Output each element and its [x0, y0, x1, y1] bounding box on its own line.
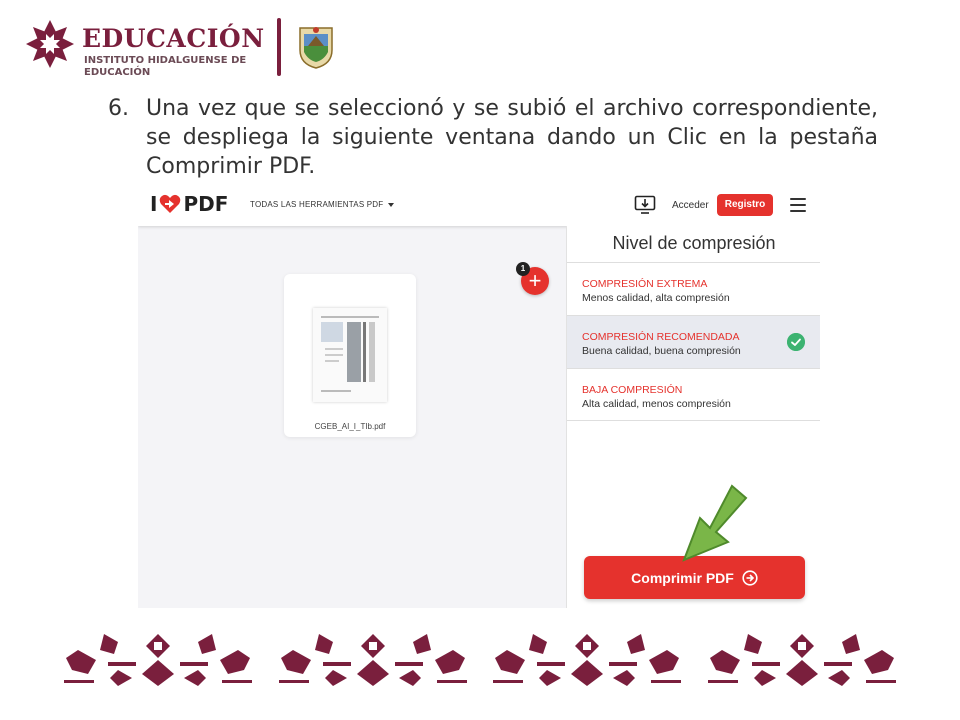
- step-text: Una vez que se seleccionó y se subió el …: [146, 96, 878, 179]
- option-name: COMPRESIÓN RECOMENDADA: [582, 331, 740, 343]
- compress-button-label: Comprimir PDF: [631, 569, 734, 586]
- option-recommended[interactable]: COMPRESIÓN RECOMENDADA Buena calidad, bu…: [567, 315, 820, 369]
- institution-subtitle: INSTITUTO HIDALGUENSE DE EDUCACIÓN: [84, 55, 247, 78]
- app-logo[interactable]: I PDF: [150, 192, 228, 216]
- login-link[interactable]: Acceder: [672, 200, 709, 211]
- option-desc: Menos calidad, alta compresión: [582, 292, 730, 304]
- option-extreme[interactable]: COMPRESIÓN EXTREMA Menos calidad, alta c…: [567, 262, 820, 315]
- option-desc: Alta calidad, menos compresión: [582, 398, 731, 410]
- option-desc: Buena calidad, buena compresión: [582, 345, 741, 357]
- file-name: CGEB_AI_I_TIb.pdf: [314, 422, 386, 431]
- logo-divider: [277, 18, 281, 76]
- star-emblem-icon: [26, 20, 74, 68]
- document-preview-icon: [321, 316, 379, 392]
- heart-icon: [160, 194, 181, 213]
- institution-logo: EDUCACIÓN INSTITUTO HIDALGUENSE DE EDUCA…: [24, 18, 354, 80]
- footer-ornament: [58, 630, 902, 688]
- step-number: 6.: [108, 96, 129, 121]
- state-crest-icon: [299, 27, 333, 69]
- option-name: BAJA COMPRESIÓN: [582, 384, 683, 396]
- instruction-step: 6. Una vez que se seleccionó y se subió …: [108, 94, 878, 181]
- app-screenshot: I PDF TODAS LAS HERRAMIENTAS PDF Acceder…: [138, 186, 820, 608]
- hamburger-menu-icon[interactable]: [790, 198, 806, 212]
- panel-title: Nivel de compresión: [612, 233, 776, 253]
- check-icon: [787, 333, 805, 351]
- tools-menu[interactable]: TODAS LAS HERRAMIENTAS PDF: [250, 200, 395, 209]
- options-divider: [567, 420, 820, 421]
- register-button[interactable]: Registro: [717, 194, 773, 216]
- green-arrow-icon: [682, 484, 748, 562]
- file-card[interactable]: CGEB_AI_I_TIb.pdf: [284, 274, 416, 437]
- ornament-pattern-icon: [493, 634, 682, 686]
- caret-down-icon: [388, 202, 395, 207]
- institution-title: EDUCACIÓN: [82, 24, 265, 53]
- desktop-download-icon[interactable]: [634, 195, 656, 215]
- option-name: COMPRESIÓN EXTREMA: [582, 278, 708, 290]
- option-low[interactable]: BAJA COMPRESIÓN Alta calidad, menos comp…: [567, 368, 820, 421]
- brand-prefix: I: [150, 192, 158, 216]
- file-count-badge: 1: [516, 262, 530, 276]
- app-topbar: I PDF TODAS LAS HERRAMIENTAS PDF Acceder…: [138, 186, 820, 226]
- tools-menu-label: TODAS LAS HERRAMIENTAS PDF: [250, 200, 384, 209]
- pdf-thumbnail: [313, 308, 387, 402]
- ornament-pattern-icon: [707, 634, 896, 686]
- ornament-pattern-icon: [278, 634, 467, 686]
- plus-icon: +: [528, 268, 542, 293]
- ornament-pattern-icon: [64, 634, 252, 686]
- arrow-circle-right-icon: [742, 569, 758, 586]
- brand-suffix: PDF: [183, 192, 229, 216]
